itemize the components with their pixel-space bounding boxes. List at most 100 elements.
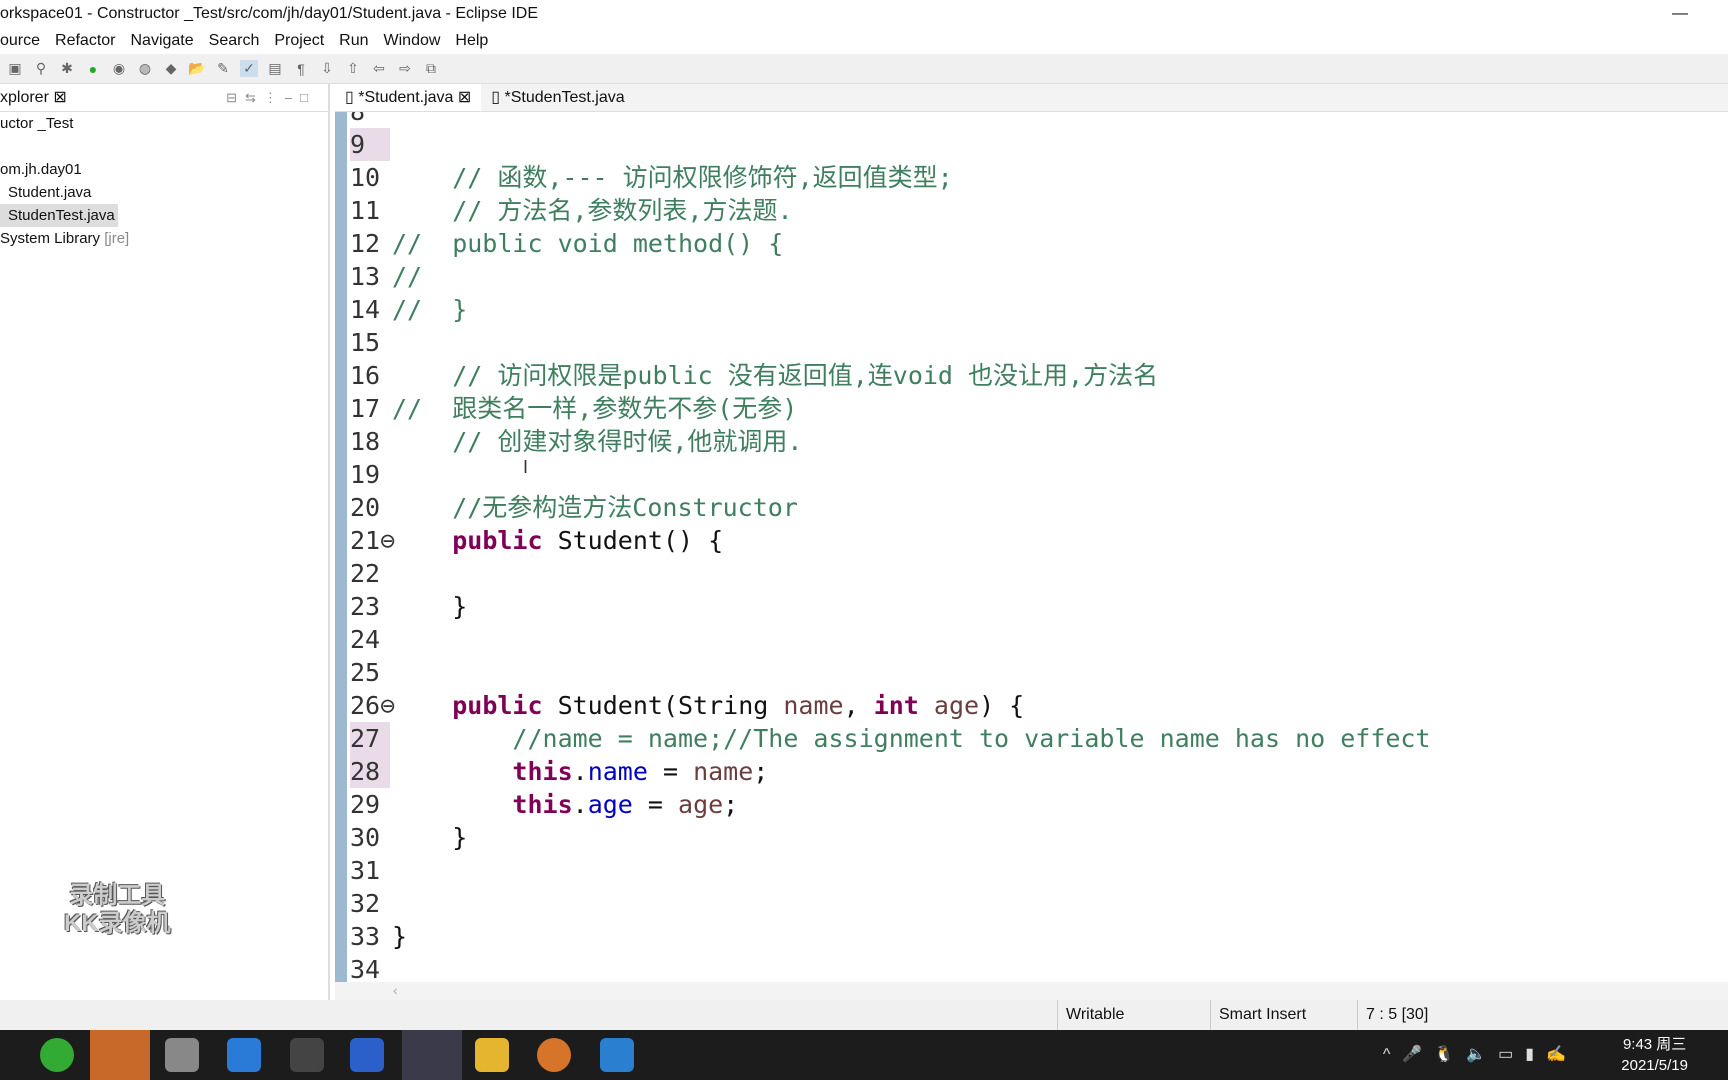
search-icon[interactable]: ✎ xyxy=(214,60,232,77)
open-type-icon[interactable]: 📂 xyxy=(188,60,206,77)
line-number: 21⊖ xyxy=(350,526,396,555)
pilcrow-icon[interactable]: ¶ xyxy=(292,61,310,77)
tab-1[interactable]: ▯ *StudenTest.java xyxy=(481,84,634,111)
status-insert-mode: Smart Insert xyxy=(1210,1000,1306,1030)
word-icon[interactable] xyxy=(350,1038,384,1072)
title-bar: orkspace01 - Constructor _Test/src/com/j… xyxy=(0,0,1728,28)
forward-icon[interactable]: ⇨ xyxy=(396,60,414,77)
token: } xyxy=(392,592,468,621)
jre-label: System Library xyxy=(0,230,101,247)
code-text: } xyxy=(392,821,467,854)
line-number: 10 xyxy=(350,163,381,192)
system-tray[interactable]: ^🎤🐧🔈▭▮✍ xyxy=(1383,1044,1578,1064)
menu-item-0[interactable]: ource xyxy=(0,28,40,54)
token: . xyxy=(572,757,588,786)
menu-item-7[interactable]: Help xyxy=(455,28,488,54)
tree-item[interactable]: Student.java xyxy=(0,181,328,204)
next-annotation-icon[interactable]: ⇩ xyxy=(318,60,336,77)
explorer-tools[interactable]: ⊟⇆⋮–□ xyxy=(226,84,316,112)
line-number: 23 xyxy=(350,592,381,621)
tree-item[interactable] xyxy=(0,135,328,158)
app-icon[interactable] xyxy=(227,1038,261,1072)
code-text: // xyxy=(392,260,422,293)
token: = xyxy=(647,757,694,786)
eclipse-icon[interactable] xyxy=(402,1030,462,1080)
token: // } xyxy=(392,295,468,324)
explorer-tree: uctor _Test om.jh.day01 Student.java Studen… xyxy=(0,112,328,250)
browser-icon[interactable] xyxy=(40,1038,74,1072)
wechat-icon[interactable] xyxy=(90,1030,150,1080)
line-number: 34 xyxy=(350,955,381,982)
back-icon[interactable]: ⇦ xyxy=(370,60,388,77)
minimize-button[interactable]: — xyxy=(1672,0,1688,28)
toolbar-icon[interactable]: ▣ xyxy=(6,60,24,77)
token: // xyxy=(392,262,423,291)
tree-item-label: Student.java xyxy=(8,184,92,201)
menu-item-3[interactable]: Search xyxy=(209,28,260,54)
code-editor[interactable]: 8910 // 函数,--- 访问权限修饰符,返回值类型; 11 // 方法名,参… xyxy=(335,112,1728,982)
tree-item[interactable]: uctor _Test xyxy=(0,112,328,135)
help-icon[interactable] xyxy=(290,1038,324,1072)
token: public xyxy=(452,691,543,720)
horizontal-scrollbar[interactable]: ‹ xyxy=(335,982,1728,1000)
line-number: 15 xyxy=(350,328,381,357)
menu-item-2[interactable]: Navigate xyxy=(131,28,194,54)
new-class-icon[interactable]: ◆ xyxy=(162,60,180,77)
menu-item-1[interactable]: Refactor xyxy=(55,28,115,54)
token: Student(String xyxy=(542,691,784,720)
line-number: 20 xyxy=(350,493,381,522)
tree-item[interactable]: om.jh.day01 xyxy=(0,158,328,181)
token: Student() { xyxy=(542,526,724,555)
token: // 访问权限是public 没有返回值,连void 也没让用,方法名 xyxy=(392,361,1159,390)
token: } xyxy=(392,922,408,951)
tab-0[interactable]: ▯ *Student.java ⊠ xyxy=(335,84,482,111)
line-number: 9 xyxy=(350,128,390,161)
code-text: // 跟类名一样,参数先不参(无参) xyxy=(392,392,797,425)
perspective-icon[interactable]: ⧉ xyxy=(422,60,440,77)
coverage-icon[interactable]: ◉ xyxy=(110,60,128,77)
jre-tag: [jre] xyxy=(104,230,130,247)
token: // 方法名,参数列表,方法题. xyxy=(392,196,793,225)
line-number: 27 xyxy=(350,722,390,755)
app-icon[interactable] xyxy=(537,1038,571,1072)
token: int xyxy=(873,691,919,720)
code-text: // 方法名,参数列表,方法题. xyxy=(392,194,793,227)
token: // 函数,--- 访问权限修饰符,返回值类型; xyxy=(392,163,953,192)
toolbar-icon[interactable]: ▤ xyxy=(266,60,284,77)
line-number: 18 xyxy=(350,427,381,456)
prev-annotation-icon[interactable]: ⇧ xyxy=(344,60,362,77)
token: age xyxy=(678,790,724,819)
line-number: 28 xyxy=(350,755,390,788)
external-tools-icon[interactable]: ◍ xyxy=(136,60,154,77)
tree-item-label: om.jh.day01 xyxy=(0,161,82,178)
line-number: 33 xyxy=(350,922,381,951)
menu-item-4[interactable]: Project xyxy=(274,28,324,54)
toolbar: ▣ ⚲ ✱ ● ◉ ◍ ◆ 📂 ✎ ✓ ▤ ¶ ⇩ ⇧ ⇦ ⇨ ⧉ xyxy=(0,54,1728,84)
code-text: this.name = name; xyxy=(392,755,768,788)
highlight-icon[interactable]: ✓ xyxy=(240,60,258,77)
token: age xyxy=(933,691,980,720)
tree-item-jre[interactable]: System Library [jre] xyxy=(0,227,328,250)
vscode-icon[interactable] xyxy=(600,1038,634,1072)
taskbar: ^🎤🐧🔈▭▮✍ 9:43 周三 2021/5/19 xyxy=(0,1030,1728,1080)
token: //name = name;//The assignment to variab… xyxy=(392,724,1431,753)
app-icon[interactable] xyxy=(165,1038,199,1072)
clock[interactable]: 9:43 周三 2021/5/19 xyxy=(1621,1034,1688,1076)
toolbar-icon[interactable]: ⚲ xyxy=(32,60,50,77)
line-number: 12 xyxy=(350,229,381,258)
menu-item-6[interactable]: Window xyxy=(384,28,441,54)
code-text: public Student() { xyxy=(392,524,723,557)
code-text: // 创建对象得时候,他就调用. xyxy=(392,425,802,458)
token: this xyxy=(512,790,573,819)
line-number: 31 xyxy=(350,856,381,885)
file-explorer-icon[interactable] xyxy=(475,1038,509,1072)
tree-item[interactable]: StudenTest.java xyxy=(0,204,328,227)
run-icon[interactable]: ● xyxy=(84,61,102,77)
token: . xyxy=(572,790,588,819)
debug-icon[interactable]: ✱ xyxy=(58,60,76,77)
explorer-title: xplorer ⊠ xyxy=(0,89,67,106)
menu-item-5[interactable]: Run xyxy=(339,28,368,54)
token: this xyxy=(512,757,573,786)
